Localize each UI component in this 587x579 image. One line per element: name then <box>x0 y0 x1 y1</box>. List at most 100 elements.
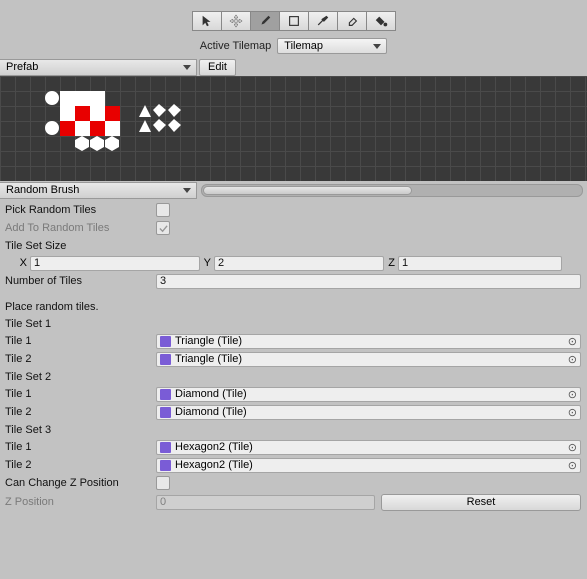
tile-circle <box>45 91 59 105</box>
y-label: Y <box>200 257 214 269</box>
rect-tool-button[interactable] <box>279 11 309 31</box>
check-icon <box>159 224 168 233</box>
tile-red <box>60 121 75 136</box>
tile-palette-canvas[interactable] <box>0 76 587 181</box>
tile-object-field[interactable]: Diamond (Tile) <box>156 405 581 420</box>
tile-object-field[interactable]: Triangle (Tile) <box>156 352 581 367</box>
y-input[interactable] <box>214 256 384 271</box>
num-tiles-label: Number of Tiles <box>3 275 156 287</box>
tile-asset-icon <box>160 336 171 347</box>
scroll-thumb[interactable] <box>203 186 412 195</box>
eraser-icon <box>345 14 359 28</box>
tile-asset-icon <box>160 389 171 400</box>
tile-asset-icon <box>160 442 171 453</box>
tile-row: Tile 2 Diamond (Tile) <box>3 403 584 421</box>
eyedropper-icon <box>316 14 330 28</box>
tile-value: Triangle (Tile) <box>175 335 242 347</box>
edit-button[interactable]: Edit <box>199 59 236 76</box>
tile-value: Hexagon2 (Tile) <box>175 441 253 453</box>
tile-square <box>60 91 75 106</box>
active-tilemap-dropdown[interactable]: Tilemap <box>277 38 387 54</box>
tile-row: Tile 2 Hexagon2 (Tile) <box>3 456 584 474</box>
eraser-tool-button[interactable] <box>337 11 367 31</box>
tool-toolbar <box>0 0 587 34</box>
tile-red <box>105 106 120 121</box>
active-tilemap-value: Tilemap <box>284 40 323 52</box>
add-random-checkbox[interactable] <box>156 221 170 235</box>
tile-diamond <box>152 118 167 133</box>
tile-label: Tile 1 <box>3 441 156 453</box>
tile-asset-icon <box>160 407 171 418</box>
tile-row: Tile 2 Triangle (Tile) <box>3 350 584 368</box>
tile-diamond <box>152 103 167 118</box>
can-change-z-label: Can Change Z Position <box>3 477 156 489</box>
brush-label: Random Brush <box>6 184 79 196</box>
active-tilemap-label: Active Tilemap <box>200 40 272 52</box>
num-tiles-row: Number of Tiles <box>3 272 584 290</box>
prefab-row: Prefab Edit <box>0 58 587 76</box>
tile-square <box>90 91 105 106</box>
pick-random-checkbox[interactable] <box>156 203 170 217</box>
fill-icon <box>374 14 388 28</box>
tile-value: Hexagon2 (Tile) <box>175 459 253 471</box>
tile-label: Tile 2 <box>3 353 156 365</box>
tile-triangle <box>138 104 152 118</box>
tile-object-field[interactable]: Hexagon2 (Tile) <box>156 458 581 473</box>
tile-red <box>75 106 90 121</box>
add-random-label: Add To Random Tiles <box>3 222 156 234</box>
z-position-row: Z Position Reset <box>3 492 584 512</box>
active-tilemap-row: Active Tilemap Tilemap <box>0 34 587 58</box>
fill-tool-button[interactable] <box>366 11 396 31</box>
prefab-dropdown[interactable]: Prefab <box>0 59 197 76</box>
x-input[interactable] <box>30 256 200 271</box>
inspector-panel: Pick Random Tiles Add To Random Tiles Ti… <box>0 199 587 514</box>
tile-triangle <box>138 119 152 133</box>
pick-random-row: Pick Random Tiles <box>3 201 584 219</box>
reset-label: Reset <box>467 496 496 508</box>
tileset-header: Tile Set 2 <box>3 368 584 385</box>
edit-label: Edit <box>208 61 227 73</box>
num-tiles-input[interactable] <box>156 274 581 289</box>
can-change-z-checkbox[interactable] <box>156 476 170 490</box>
tile-asset-icon <box>160 354 171 365</box>
tileset-size-row: X Y Z <box>3 254 584 272</box>
tile-diamond <box>167 118 182 133</box>
can-change-z-row: Can Change Z Position <box>3 474 584 492</box>
tile-red <box>90 121 105 136</box>
cursor-icon <box>200 14 214 28</box>
rect-icon <box>287 14 301 28</box>
brush-icon <box>258 14 272 28</box>
pick-random-label: Pick Random Tiles <box>3 204 156 216</box>
tile-row: Tile 1 Hexagon2 (Tile) <box>3 438 584 456</box>
brush-tool-button[interactable] <box>250 11 280 31</box>
tile-label: Tile 2 <box>3 459 156 471</box>
brush-dropdown[interactable]: Random Brush <box>0 182 197 199</box>
reset-button[interactable]: Reset <box>381 494 581 511</box>
canvas-hscroll[interactable] <box>201 184 583 197</box>
x-label: X <box>3 257 30 269</box>
tile-hex <box>104 135 121 152</box>
z-position-input <box>156 495 375 510</box>
tile-square <box>75 121 90 136</box>
tile-label: Tile 1 <box>3 388 156 400</box>
brush-row: Random Brush <box>0 181 587 199</box>
tile-value: Diamond (Tile) <box>175 406 247 418</box>
tile-object-field[interactable]: Hexagon2 (Tile) <box>156 440 581 455</box>
tile-label: Tile 1 <box>3 335 156 347</box>
tile-value: Diamond (Tile) <box>175 388 247 400</box>
tile-circle <box>45 121 59 135</box>
tileset-header: Tile Set 1 <box>3 315 584 332</box>
z-input[interactable] <box>398 256 562 271</box>
picker-tool-button[interactable] <box>308 11 338 31</box>
tile-square <box>75 91 90 106</box>
tile-label: Tile 2 <box>3 406 156 418</box>
move-tool-button[interactable] <box>221 11 251 31</box>
tile-diamond <box>167 103 182 118</box>
add-random-row: Add To Random Tiles <box>3 219 584 237</box>
select-tool-button[interactable] <box>192 11 222 31</box>
tile-value: Triangle (Tile) <box>175 353 242 365</box>
tile-object-field[interactable]: Triangle (Tile) <box>156 334 581 349</box>
tile-object-field[interactable]: Diamond (Tile) <box>156 387 581 402</box>
tile-asset-icon <box>160 460 171 471</box>
prefab-label: Prefab <box>6 61 38 73</box>
